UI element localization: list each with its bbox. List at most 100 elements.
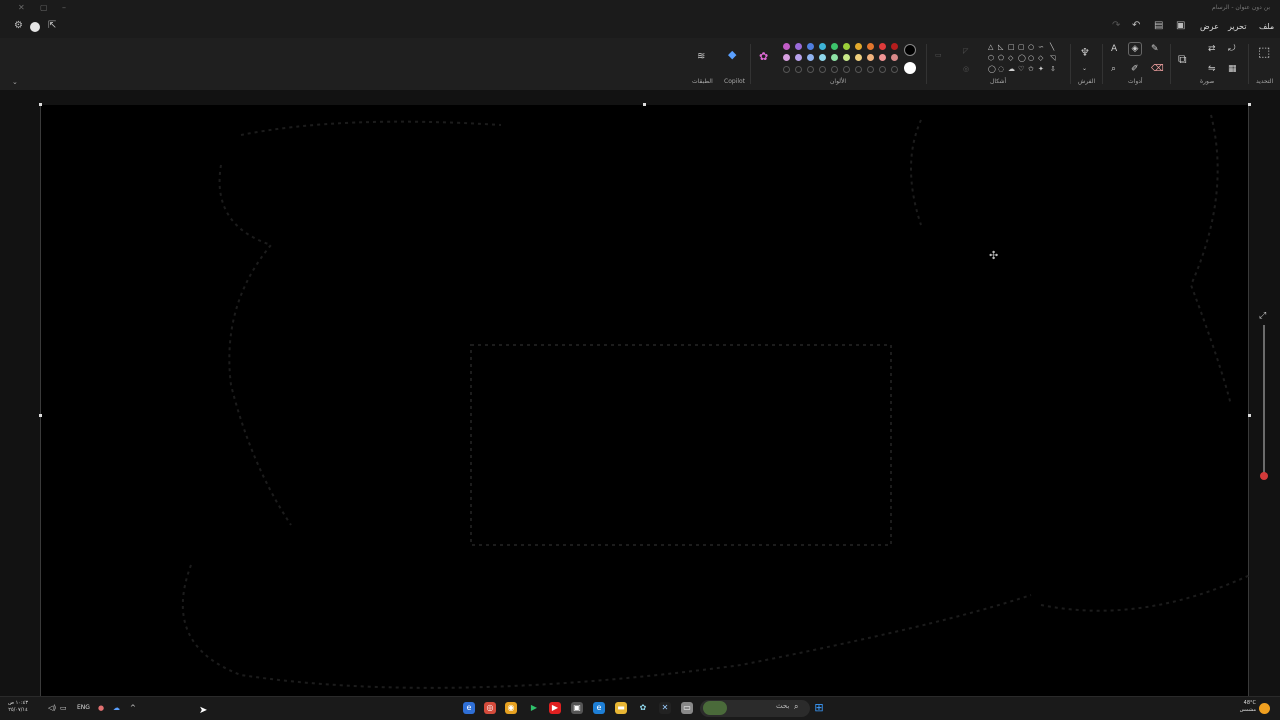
account-avatar[interactable] — [30, 22, 40, 32]
menu-file[interactable]: ملف — [1259, 22, 1274, 31]
shape-hexagon-icon[interactable]: ⬡ — [988, 54, 994, 62]
file-explorer-icon[interactable]: ▬ — [615, 702, 627, 714]
language-indicator[interactable]: ENG — [77, 704, 90, 711]
shape-lightning-icon[interactable]: ✦ — [1038, 65, 1044, 73]
zoom-slider-track[interactable] — [1263, 325, 1265, 475]
maximize-window-icon[interactable]: ▢ — [40, 3, 48, 12]
chrome-icon[interactable]: ◉ — [505, 702, 517, 714]
shape-oval-icon[interactable]: ○ — [1028, 43, 1034, 51]
color-swatch[interactable] — [807, 43, 814, 50]
youtube-icon[interactable]: ▶ — [549, 702, 561, 714]
color-swatch[interactable] — [843, 54, 850, 61]
shape-right-triangle-icon[interactable]: ◺ — [998, 43, 1003, 51]
brush-icon[interactable]: ♆ — [1080, 47, 1090, 58]
empty-color-swatch[interactable] — [819, 66, 826, 73]
pencil-icon[interactable]: ✎ — [1151, 44, 1159, 54]
xbox-icon[interactable]: ✕ — [659, 702, 671, 714]
resize-handle-top-right[interactable] — [1248, 103, 1251, 106]
color-swatch[interactable] — [855, 43, 862, 50]
resize-handle-right[interactable] — [1248, 414, 1251, 417]
color-wheel-icon[interactable]: ✿ — [759, 51, 768, 62]
empty-color-swatch[interactable] — [843, 66, 850, 73]
resize-icon[interactable]: ⇄ — [1208, 44, 1216, 54]
color-swatch[interactable] — [867, 43, 874, 50]
shape-rectangle-icon[interactable]: □ — [1008, 43, 1015, 51]
empty-color-swatch[interactable] — [855, 66, 862, 73]
fill-icon[interactable]: ◈ — [1128, 42, 1142, 56]
share-icon[interactable]: ⇱ — [48, 21, 56, 31]
shape-rhombus-icon[interactable]: ◇ — [1038, 54, 1043, 62]
copilot-icon[interactable]: ◆ — [728, 49, 736, 60]
empty-color-swatch[interactable] — [831, 66, 838, 73]
color-swatch[interactable] — [831, 54, 838, 61]
color-swatch[interactable] — [867, 54, 874, 61]
paint-icon[interactable]: ✿ — [637, 702, 649, 714]
shape-outline-icon[interactable]: ▭ — [935, 50, 942, 60]
redo-icon[interactable]: ↷ — [1112, 21, 1120, 31]
microphone-icon[interactable]: ● — [98, 704, 104, 712]
crop-icon[interactable]: ⧉ — [1178, 53, 1187, 65]
primary-color-swatch[interactable] — [904, 44, 916, 56]
empty-color-swatch[interactable] — [867, 66, 874, 73]
shape-line-icon[interactable]: ╲ — [1050, 43, 1054, 51]
eraser-icon[interactable]: ⌫ — [1151, 64, 1164, 74]
resize-handle-top-left[interactable] — [39, 103, 42, 106]
color-swatch[interactable] — [843, 43, 850, 50]
color-picker-icon[interactable]: ✐ — [1131, 64, 1139, 74]
show-hidden-icons-chevron-icon[interactable]: ^ — [130, 704, 136, 712]
color-swatch[interactable] — [855, 54, 862, 61]
color-swatch[interactable] — [795, 54, 802, 61]
color-swatch[interactable] — [819, 43, 826, 50]
start-windows-icon[interactable]: ⊞ — [813, 702, 825, 714]
shape-cloud-icon[interactable]: ☁ — [1008, 65, 1015, 73]
settings-icon[interactable]: ⚙ — [14, 21, 23, 31]
store-icon[interactable]: ▣ — [571, 702, 583, 714]
empty-color-swatch[interactable] — [879, 66, 886, 73]
save-icon[interactable]: ▣ — [1176, 21, 1185, 31]
shape-star-icon[interactable]: ✩ — [1028, 65, 1034, 73]
color-swatch[interactable] — [831, 43, 838, 50]
shape-stroke-icon[interactable]: ◎ — [963, 64, 969, 74]
color-swatch[interactable] — [891, 54, 898, 61]
edge-icon[interactable]: e — [593, 702, 605, 714]
color-swatch[interactable] — [795, 43, 802, 50]
shape-arrow-icon[interactable]: ◹ — [1050, 54, 1055, 62]
color-swatch[interactable] — [783, 43, 790, 50]
empty-color-swatch[interactable] — [807, 66, 814, 73]
shape-heart-icon[interactable]: ♡ — [1018, 65, 1024, 73]
color-swatch[interactable] — [807, 54, 814, 61]
shape-circle-icon[interactable]: ○ — [1028, 54, 1034, 62]
flip-icon[interactable]: ⇋ — [1208, 64, 1216, 74]
text-icon[interactable]: A — [1111, 44, 1117, 54]
shape-pentagon-icon[interactable]: ⬠ — [998, 54, 1004, 62]
close-window-icon[interactable]: ✕ — [18, 3, 25, 12]
shape-rounded-icon[interactable]: ◯ — [988, 65, 996, 73]
volume-icon[interactable]: ◁) — [48, 704, 56, 712]
shape-callout-icon[interactable]: ◌ — [998, 65, 1004, 73]
menu-view[interactable]: عرض — [1200, 22, 1219, 31]
group-label-copilot[interactable]: Copilot — [724, 78, 745, 85]
edge-dev-icon[interactable]: e — [463, 702, 475, 714]
group-label-layers[interactable]: الطبقات — [692, 78, 713, 85]
magnifier-icon[interactable]: ⌕ — [1111, 64, 1116, 74]
undo-icon[interactable]: ↶ — [1132, 21, 1140, 31]
zoom-icon[interactable]: ⤢ — [1259, 311, 1266, 321]
shape-fill-icon[interactable]: ◸ — [963, 46, 968, 56]
minimize-window-icon[interactable]: – — [62, 3, 66, 12]
rotate-icon[interactable]: ⤾ — [1228, 44, 1236, 54]
network-icon[interactable]: ▭ — [60, 704, 67, 712]
resize-handle-left[interactable] — [39, 414, 42, 417]
empty-color-swatch[interactable] — [795, 66, 802, 73]
layers-icon[interactable]: ≋ — [697, 52, 705, 62]
shape-diamond-icon[interactable]: ◇ — [1008, 54, 1013, 62]
shape-triangle-icon[interactable]: △ — [988, 43, 993, 51]
save-as-icon[interactable]: ▤ — [1154, 21, 1163, 31]
color-swatch[interactable] — [879, 54, 886, 61]
chevron-down-icon[interactable]: ⌄ — [1082, 64, 1087, 74]
system-clock[interactable]: ١٠:٤٣ ص ٢٥/٠٧/١٤ — [8, 700, 28, 714]
shape-polygon-icon[interactable]: ◯ — [1018, 54, 1026, 62]
app-icon[interactable]: ◎ — [484, 702, 496, 714]
color-swatch[interactable] — [879, 43, 886, 50]
cloud-icon[interactable]: ☁ — [113, 704, 120, 712]
color-swatch[interactable] — [891, 43, 898, 50]
